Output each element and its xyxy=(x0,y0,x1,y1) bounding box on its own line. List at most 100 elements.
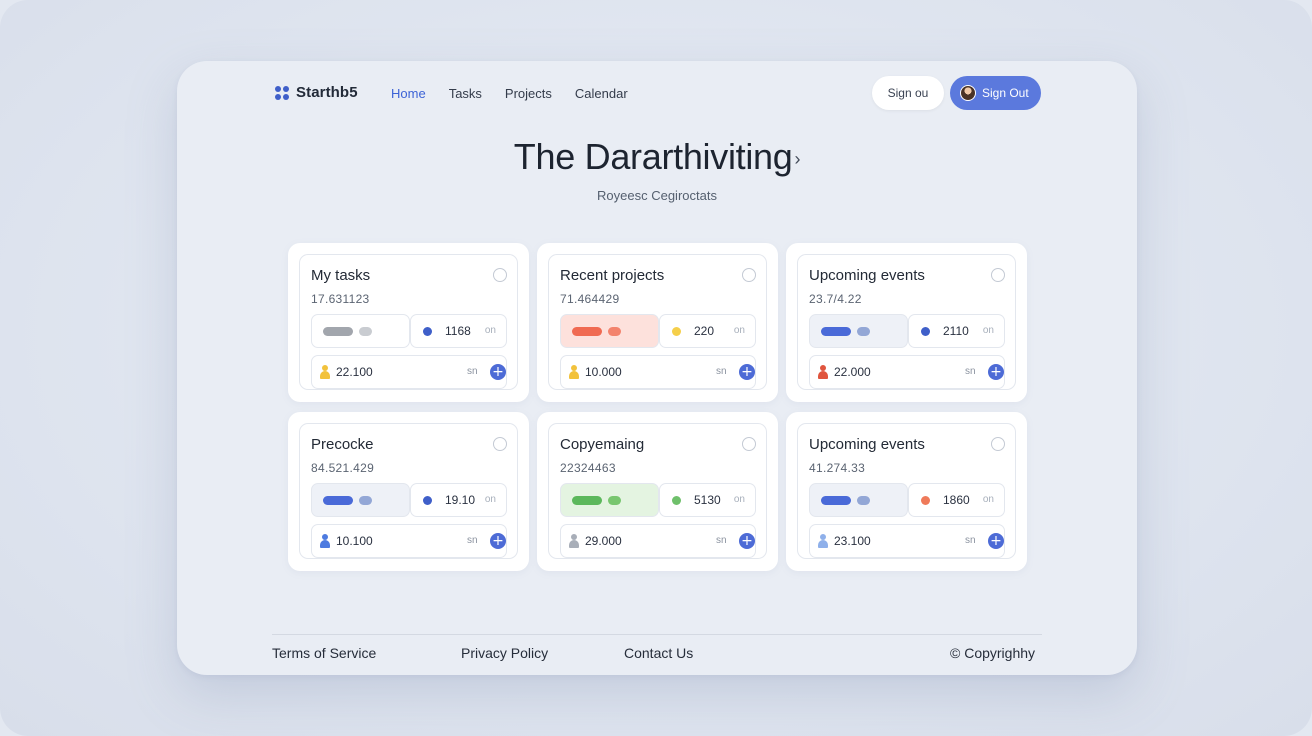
footer-value: 29.000 xyxy=(585,534,622,548)
dashboard-cards: My tasks 17.631123 1168 on 22.100 sn + R… xyxy=(288,243,1027,572)
footer-value: 22.000 xyxy=(834,365,871,379)
add-button[interactable]: + xyxy=(739,533,755,549)
sign-out-label: Sign Out xyxy=(982,86,1029,100)
card-copyemaing[interactable]: Copyemaing 22324463 5130 on 29.000 sn + xyxy=(537,412,778,571)
metric-box[interactable]: 220 on xyxy=(659,314,756,348)
footer-value: 10.100 xyxy=(336,534,373,548)
footer-value: 22.100 xyxy=(336,365,373,379)
metric-value: 1168 xyxy=(445,324,471,338)
info-icon[interactable] xyxy=(991,437,1005,451)
footer-contact-link[interactable]: Contact Us xyxy=(624,645,693,661)
info-icon[interactable] xyxy=(742,437,756,451)
footer-privacy-link[interactable]: Privacy Policy xyxy=(461,645,548,661)
add-button[interactable]: + xyxy=(988,364,1004,380)
card-footer-row: 22.100 sn + xyxy=(311,355,507,389)
info-icon[interactable] xyxy=(493,437,507,451)
card-value: 84.521.429 xyxy=(311,461,375,475)
metric-box[interactable]: 1168 on xyxy=(410,314,507,348)
metric-value: 5130 xyxy=(694,493,721,507)
progress-pill xyxy=(311,314,410,348)
card-metrics-row: 2110 on xyxy=(809,314,1005,348)
info-icon[interactable] xyxy=(742,268,756,282)
card-upcoming-events-2[interactable]: Upcoming events 41.274.33 1860 on 23.100… xyxy=(786,412,1027,571)
card-metrics-row: 1168 on xyxy=(311,314,507,348)
nav-tasks[interactable]: Tasks xyxy=(449,86,482,101)
info-icon[interactable] xyxy=(493,268,507,282)
card-metrics-row: 5130 on xyxy=(560,483,756,517)
footer-unit: sn xyxy=(965,366,976,377)
add-button[interactable]: + xyxy=(490,364,506,380)
progress-bar-tail xyxy=(359,327,372,336)
progress-pill xyxy=(311,483,410,517)
status-dot-icon xyxy=(672,327,681,336)
progress-pill xyxy=(809,483,908,517)
metric-unit: on xyxy=(484,494,496,505)
card-footer-row: 10.000 sn + xyxy=(560,355,756,389)
person-icon xyxy=(320,365,330,379)
card-title: My tasks xyxy=(311,267,371,284)
progress-pill xyxy=(560,483,659,517)
card-my-tasks[interactable]: My tasks 17.631123 1168 on 22.100 sn + xyxy=(288,243,529,402)
grid-dots-icon xyxy=(275,85,289,100)
metric-value: 1860 xyxy=(943,493,970,507)
metric-unit: on xyxy=(982,325,994,336)
progress-bar xyxy=(323,496,353,505)
footer-terms-link[interactable]: Terms of Service xyxy=(272,645,376,661)
card-value: 23.7/4.22 xyxy=(809,292,862,306)
metric-box[interactable]: 19.10 on xyxy=(410,483,507,517)
nav-projects[interactable]: Projects xyxy=(505,86,552,101)
card-value: 17.631123 xyxy=(311,292,370,306)
footer-unit: sn xyxy=(965,535,976,546)
brand-name: Starthb5 xyxy=(296,84,358,101)
metric-box[interactable]: 2110 on xyxy=(908,314,1005,348)
avatar xyxy=(960,85,976,101)
status-dot-icon xyxy=(921,327,930,336)
nav-calendar[interactable]: Calendar xyxy=(575,86,628,101)
progress-bar-tail xyxy=(608,327,621,336)
card-body: Upcoming events 41.274.33 1860 on 23.100… xyxy=(797,423,1016,559)
footer-value: 23.100 xyxy=(834,534,871,548)
metric-value: 19.10 xyxy=(445,493,476,507)
footer-unit: sn xyxy=(467,366,478,377)
progress-bar-tail xyxy=(608,496,621,505)
page-title-text: The Dararthiviting xyxy=(513,136,793,177)
sign-out-button[interactable]: Sign Out xyxy=(950,76,1041,110)
metric-unit: on xyxy=(733,325,745,336)
card-upcoming-events[interactable]: Upcoming events 23.7/4.22 2110 on 22.000… xyxy=(786,243,1027,402)
card-body: Upcoming events 23.7/4.22 2110 on 22.000… xyxy=(797,254,1016,390)
footer-value: 10.000 xyxy=(585,365,622,379)
progress-bar xyxy=(572,327,602,336)
card-body: My tasks 17.631123 1168 on 22.100 sn + xyxy=(299,254,518,390)
metric-value: 2110 xyxy=(943,324,969,338)
card-precocke[interactable]: Precocke 84.521.429 19.10 on 10.100 sn + xyxy=(288,412,529,571)
metric-box[interactable]: 1860 on xyxy=(908,483,1005,517)
status-dot-icon xyxy=(672,496,681,505)
brand[interactable]: Starthb5 xyxy=(275,84,358,101)
status-dot-icon xyxy=(423,496,432,505)
card-footer-row: 10.100 sn + xyxy=(311,524,507,558)
person-icon xyxy=(320,534,330,548)
metric-box[interactable]: 5130 on xyxy=(659,483,756,517)
info-icon[interactable] xyxy=(991,268,1005,282)
add-button[interactable]: + xyxy=(739,364,755,380)
card-metrics-row: 1860 on xyxy=(809,483,1005,517)
app-window: Starthb5 Home Tasks Projects Calendar Si… xyxy=(177,61,1137,675)
card-footer-row: 22.000 sn + xyxy=(809,355,1005,389)
card-title: Copyemaing xyxy=(560,436,645,453)
status-dot-icon xyxy=(921,496,930,505)
sign-in-button[interactable]: Sign ou xyxy=(872,76,944,110)
footer-unit: sn xyxy=(716,366,727,377)
card-body: Copyemaing 22324463 5130 on 29.000 sn + xyxy=(548,423,767,559)
footer-copyright: © Copyrighhy xyxy=(950,645,1036,661)
metric-unit: on xyxy=(484,325,496,336)
add-button[interactable]: + xyxy=(490,533,506,549)
nav-home[interactable]: Home xyxy=(391,86,426,101)
page-title: The Dararthiviting › xyxy=(177,136,1137,178)
card-body: Recent projects 71.464429 220 on 10.000 … xyxy=(548,254,767,390)
card-recent-projects[interactable]: Recent projects 71.464429 220 on 10.000 … xyxy=(537,243,778,402)
add-button[interactable]: + xyxy=(988,533,1004,549)
progress-bar xyxy=(323,327,353,336)
card-title: Precocke xyxy=(311,436,374,453)
progress-bar xyxy=(572,496,602,505)
card-footer-row: 29.000 sn + xyxy=(560,524,756,558)
